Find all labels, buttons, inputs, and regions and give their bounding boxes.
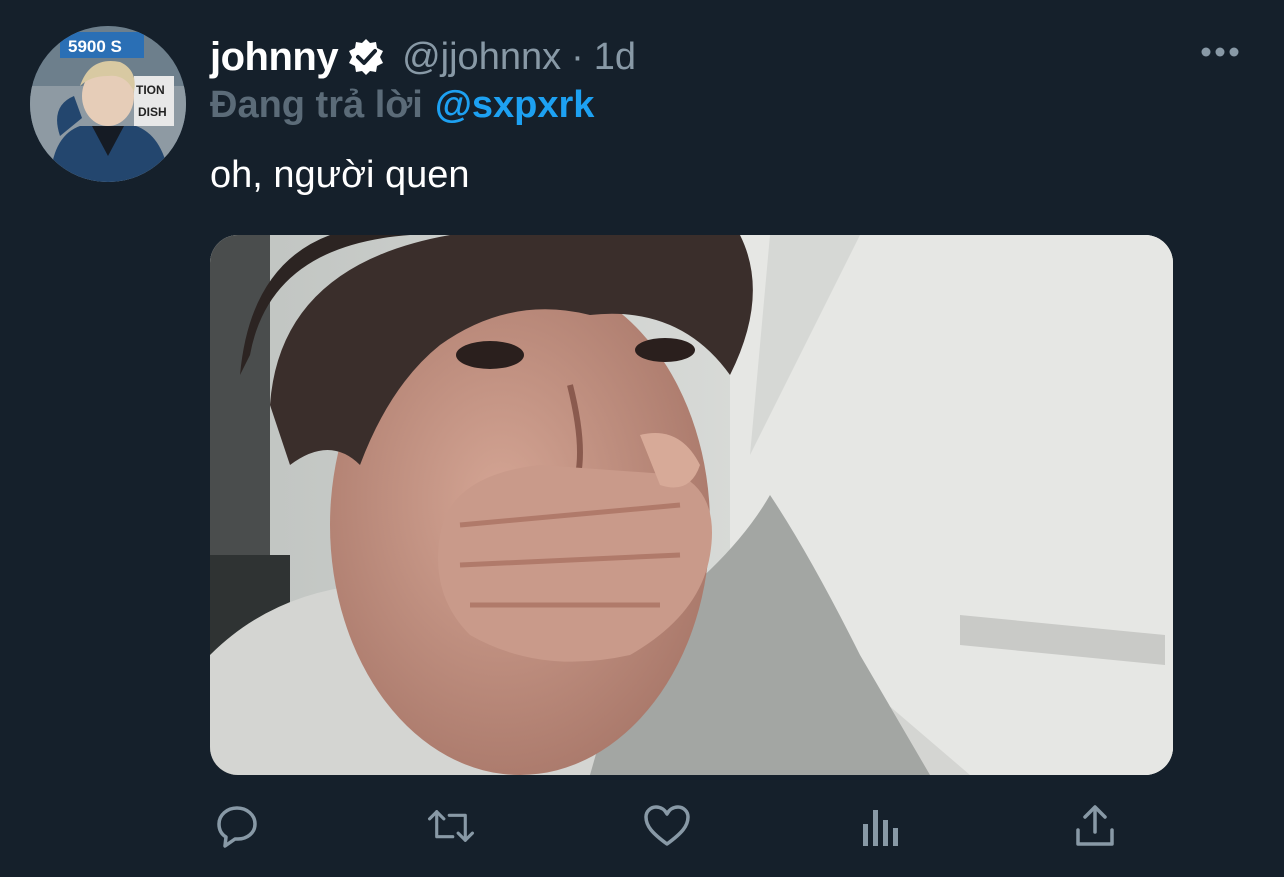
analytics-icon	[863, 810, 898, 846]
more-horizontal-icon	[1201, 47, 1239, 57]
like-button[interactable]	[642, 801, 692, 851]
reply-context: Đang trả lời @sxpxrk	[210, 82, 594, 128]
tweet-header: johnny @jjohnnx · 1d	[210, 32, 636, 82]
share-icon	[1076, 805, 1114, 846]
tweet-actions-bar	[210, 795, 1173, 857]
retweet-icon	[428, 810, 474, 842]
analytics-button[interactable]	[856, 801, 906, 851]
media-photo	[210, 235, 1173, 775]
display-name[interactable]: johnny	[210, 35, 339, 80]
tweet-timestamp[interactable]: 1d	[594, 36, 636, 79]
reply-to-user-link[interactable]: @sxpxrk	[435, 84, 595, 127]
reply-prefix-label: Đang trả lời	[210, 83, 423, 126]
reply-icon	[217, 806, 257, 848]
reply-button[interactable]	[212, 801, 262, 851]
more-options-button[interactable]	[1196, 36, 1244, 68]
avatar-image: 5900 S TION DISH	[30, 26, 186, 182]
tweet-media-image[interactable]	[210, 235, 1173, 775]
retweet-button[interactable]	[426, 801, 476, 851]
heart-icon	[644, 805, 690, 846]
avatar-sign-text: 5900 S	[68, 37, 122, 56]
separator-dot: ·	[571, 35, 584, 78]
verified-badge-icon	[346, 37, 386, 77]
avatar-sign-text-3: DISH	[138, 105, 167, 119]
tweet-text: oh, người quen	[210, 154, 470, 196]
avatar-sign-text-2: TION	[136, 83, 165, 97]
tweet-card: 5900 S TION DISH johnny @jjohnnx · 1d Đa…	[0, 0, 1284, 877]
avatar[interactable]: 5900 S TION DISH	[30, 26, 186, 182]
share-button[interactable]	[1070, 801, 1120, 851]
user-handle[interactable]: @jjohnnx	[402, 36, 561, 79]
